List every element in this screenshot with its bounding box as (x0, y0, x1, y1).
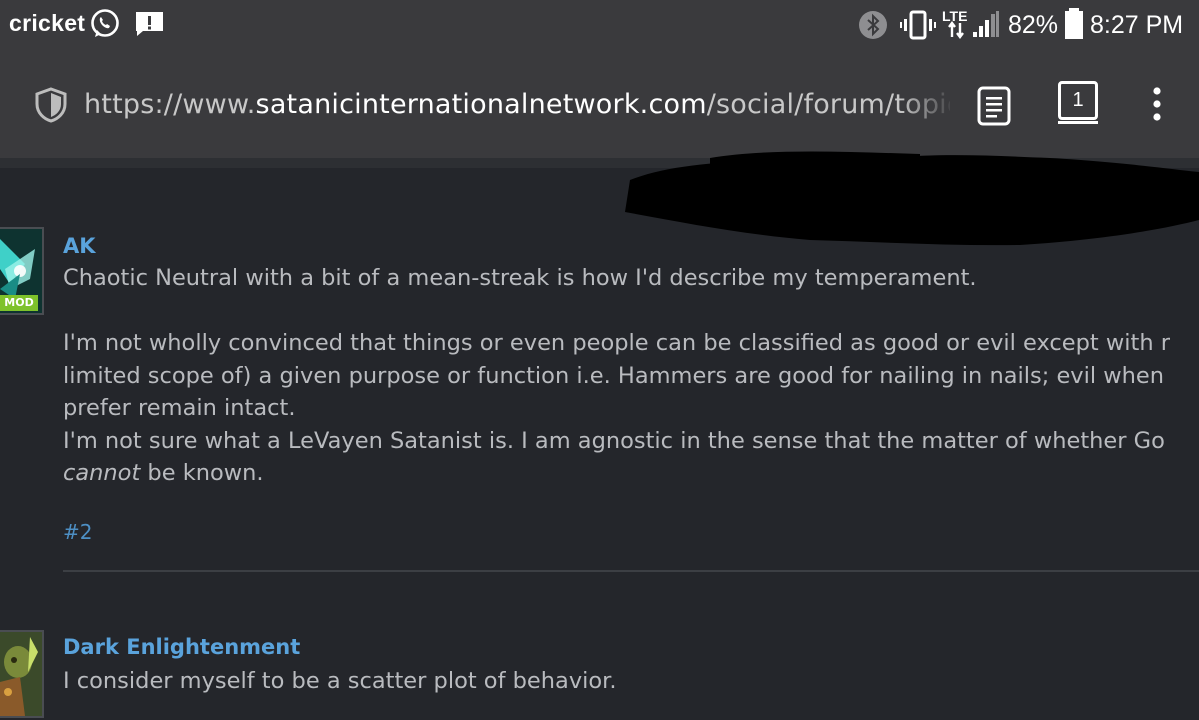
svg-text:LTE: LTE (942, 8, 967, 24)
tabs-underline (1058, 121, 1098, 124)
post-number-link[interactable]: #2 (63, 520, 92, 544)
status-bar: cricket LTE 82% 8:27 PM (0, 0, 1199, 50)
more-options-icon[interactable] (1150, 87, 1164, 127)
post-line: prefer remain intact. (63, 395, 296, 421)
avatar[interactable]: MOD (0, 227, 44, 315)
post-line (63, 295, 1170, 328)
emphasized-word: cannot (63, 460, 141, 486)
post-line-rest: be known. (140, 460, 264, 486)
post-line: Chaotic Neutral with a bit of a mean-str… (63, 265, 977, 291)
shield-icon[interactable] (35, 87, 67, 127)
clock: 8:27 PM (1090, 11, 1184, 39)
post-line: cannot be known. (63, 457, 1170, 490)
redaction-scribble (625, 151, 1199, 246)
reader-mode-icon[interactable] (977, 86, 1011, 130)
bluetooth-icon (858, 10, 888, 44)
post-username[interactable]: Dark Enlightenment (63, 635, 300, 659)
post-line: I'm not sure what a LeVayen Satanist is.… (63, 427, 1165, 454)
notification-alert-icon (135, 11, 164, 41)
mod-badge: MOD (0, 295, 38, 311)
url-prefix: https://www. (84, 89, 256, 120)
post-body: I consider myself to be a scatter plot o… (63, 665, 617, 698)
signal-icon (972, 10, 1000, 42)
avatar[interactable] (0, 630, 44, 718)
url-domain: satanicinternationalnetwork.com (255, 89, 707, 120)
post-line: I'm not wholly convinced that things or … (63, 330, 1171, 356)
url-fade (900, 86, 955, 126)
browser-toolbar: https://www.satanicinternationalnetwork.… (0, 50, 1199, 158)
vibrate-icon (900, 10, 936, 44)
url-bar[interactable]: https://www.satanicinternationalnetwork.… (84, 89, 950, 123)
post-username[interactable]: AK (63, 234, 96, 258)
battery-icon (1063, 8, 1085, 44)
post-line: I consider myself to be a scatter plot o… (63, 668, 617, 694)
post-line: limited scope of) a given purpose or fun… (63, 362, 1165, 389)
lte-icon: LTE (942, 7, 970, 43)
post-body: Chaotic Neutral with a bit of a mean-str… (63, 262, 1170, 490)
battery-percentage: 82% (1008, 11, 1059, 39)
post-divider (63, 570, 1199, 572)
whatsapp-icon (89, 8, 121, 44)
tabs-icon[interactable]: 1 (1058, 81, 1098, 120)
carrier-label: cricket (9, 10, 86, 36)
